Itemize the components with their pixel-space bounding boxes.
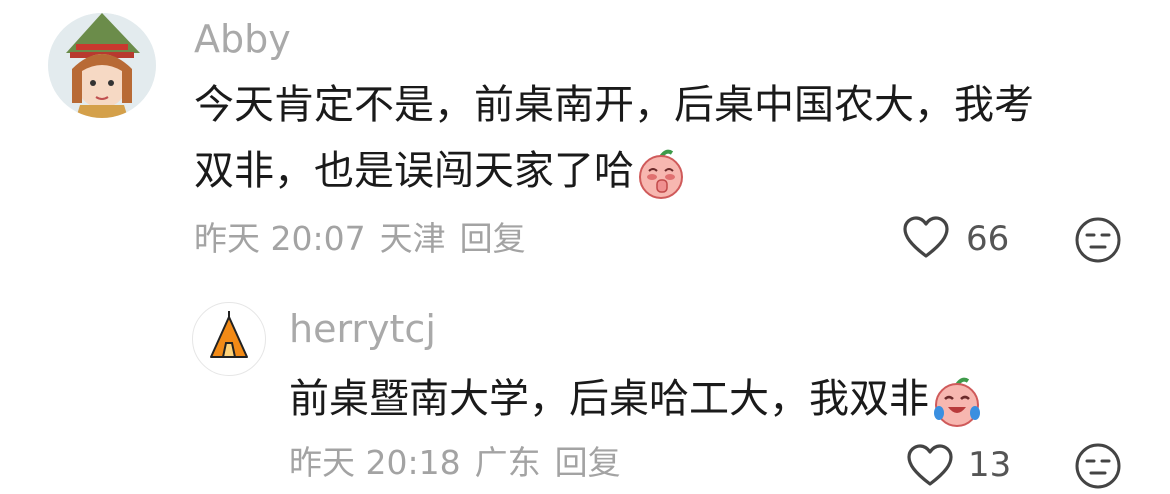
like-button[interactable]: [902, 216, 952, 262]
comment-time: 昨天 20:07: [194, 219, 366, 258]
shy-face-emoji: [636, 147, 686, 199]
dislike-button[interactable]: [1074, 216, 1122, 264]
comment-location: 广东: [474, 443, 541, 482]
comment-location: 天津: [379, 219, 446, 258]
comment-text: 今天肯定不是，前桌南开，后桌中国农大，我考 双非，也是误闯天家了哈: [194, 72, 1124, 204]
laugh-cry-emoji: [931, 375, 981, 427]
comment-text-line-2-content: 双非，也是误闯天家了哈: [194, 148, 634, 194]
avatar[interactable]: [48, 13, 156, 118]
avatar[interactable]: [192, 302, 266, 376]
comment-username[interactable]: Abby: [194, 20, 291, 58]
comment-time: 昨天 20:18: [289, 443, 461, 482]
heart-icon: [907, 444, 953, 486]
like-button[interactable]: [906, 444, 956, 490]
dislike-face-icon: [1075, 217, 1121, 263]
like-count: 66: [966, 219, 1010, 259]
comment-text-content: 前桌暨南大学，后桌哈工大，我双非: [289, 376, 929, 422]
heart-icon: [903, 216, 949, 258]
tent-logo-icon: [210, 311, 248, 358]
comment-text-line: 今天肯定不是，前桌南开，后桌中国农大，我考: [194, 82, 1034, 128]
reply-button[interactable]: 回复: [555, 443, 621, 482]
comment-text: 前桌暨南大学，后桌哈工大，我双非: [289, 366, 1129, 432]
reply-button[interactable]: 回复: [460, 219, 526, 258]
comment-meta: 昨天 20:07 天津 回复: [194, 222, 540, 255]
dislike-button[interactable]: [1074, 442, 1122, 490]
comment-username[interactable]: herrytcj: [289, 310, 436, 348]
comment-text-line-2: 双非，也是误闯天家了哈: [194, 138, 1124, 204]
like-count: 13: [968, 445, 1012, 485]
comment-meta: 昨天 20:18 广东 回复: [289, 446, 635, 479]
dislike-face-icon: [1075, 443, 1121, 489]
